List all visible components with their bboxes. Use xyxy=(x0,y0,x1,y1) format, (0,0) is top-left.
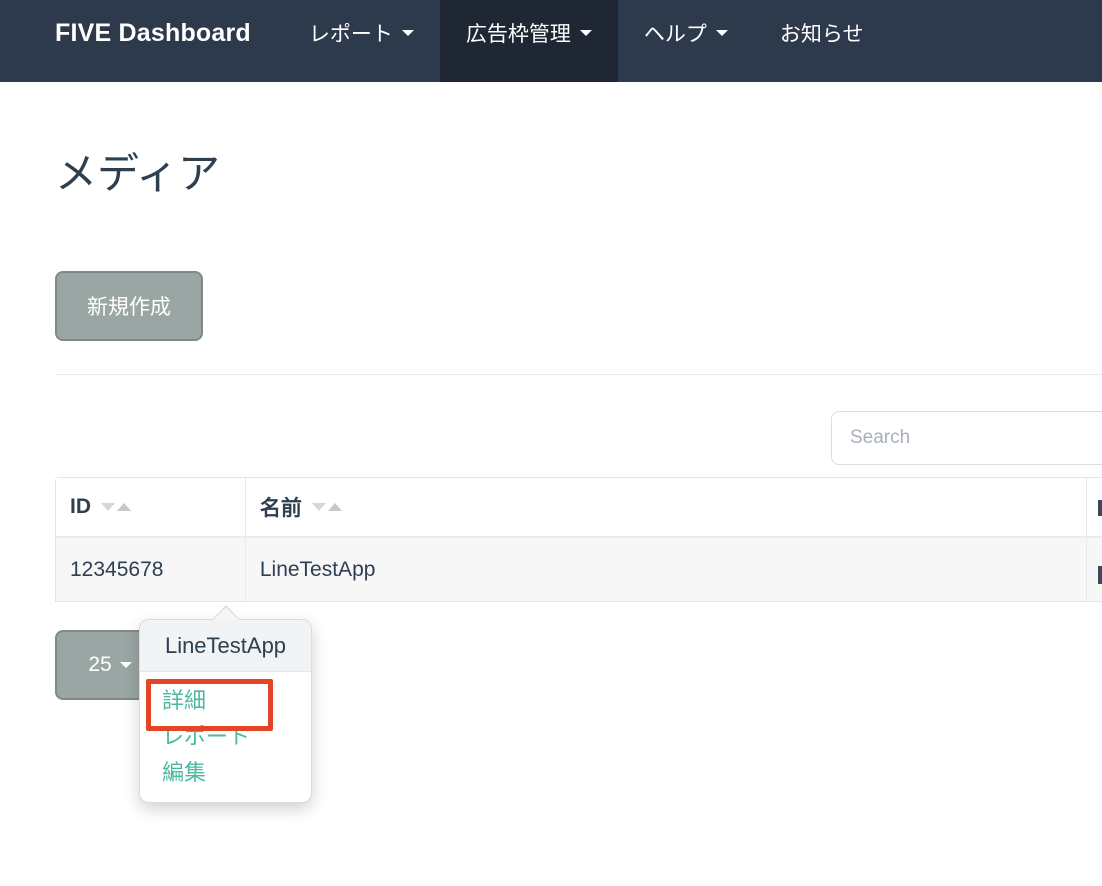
nav-item-news[interactable]: お知らせ xyxy=(754,0,890,82)
main-nav: レポート 広告枠管理 ヘルプ お知らせ xyxy=(283,0,890,82)
table-row[interactable]: 12345678 LineTestApp xyxy=(56,538,1102,602)
popover-title: LineTestApp xyxy=(140,620,311,672)
menu-item-report[interactable]: レポート xyxy=(162,726,311,748)
nav-item-label: レポート xyxy=(309,18,393,48)
sort-icon xyxy=(101,503,131,511)
sort-desc-icon xyxy=(101,503,115,511)
caret-down-icon xyxy=(716,30,728,36)
media-table: ID 名前 12345678 LineTestApp xyxy=(55,477,1102,602)
popover-menu: 詳細 レポート 編集 xyxy=(140,672,311,802)
row-actions-popover: LineTestApp 詳細 レポート 編集 xyxy=(139,619,312,803)
column-header-id[interactable]: ID xyxy=(56,478,246,536)
caret-down-icon xyxy=(120,662,132,668)
popover-arrow-icon xyxy=(213,607,239,620)
menu-item-edit[interactable]: 編集 xyxy=(162,762,311,784)
menu-item-details[interactable]: 詳細 xyxy=(162,690,311,712)
clipped-text xyxy=(1098,566,1102,584)
search-input[interactable] xyxy=(831,411,1102,465)
nav-item-help[interactable]: ヘルプ xyxy=(618,0,754,82)
cell-clipped xyxy=(1087,538,1102,601)
cell-media-id: 12345678 xyxy=(56,538,246,601)
nav-item-ad-slot-management[interactable]: 広告枠管理 xyxy=(440,0,618,82)
nav-item-reports[interactable]: レポート xyxy=(283,0,440,82)
nav-item-label: 広告枠管理 xyxy=(466,18,571,48)
clipped-text xyxy=(1098,500,1102,516)
sort-desc-icon xyxy=(312,503,326,511)
column-header-label: ID xyxy=(70,495,91,519)
caret-down-icon xyxy=(580,30,592,36)
column-header-label: 名前 xyxy=(260,492,302,522)
page-size-value: 25 xyxy=(88,653,111,677)
app-window: FIVE Dashboard レポート 広告枠管理 ヘルプ お知らせ メディア … xyxy=(0,0,1102,886)
caret-down-icon xyxy=(402,30,414,36)
table-header-row: ID 名前 xyxy=(56,478,1102,538)
sort-asc-icon xyxy=(328,503,342,511)
sort-icon xyxy=(312,503,342,511)
section-divider xyxy=(55,374,1102,375)
top-navbar: FIVE Dashboard レポート 広告枠管理 ヘルプ お知らせ xyxy=(0,0,1102,82)
nav-item-label: ヘルプ xyxy=(644,18,707,48)
column-header-clipped xyxy=(1087,478,1102,536)
cell-media-name: LineTestApp xyxy=(246,538,1087,601)
create-new-button[interactable]: 新規作成 xyxy=(55,271,203,341)
column-header-name[interactable]: 名前 xyxy=(246,478,1087,536)
page-title: メディア xyxy=(55,140,220,201)
nav-item-label: お知らせ xyxy=(780,18,864,48)
brand-logo[interactable]: FIVE Dashboard xyxy=(0,0,251,82)
sort-asc-icon xyxy=(117,503,131,511)
